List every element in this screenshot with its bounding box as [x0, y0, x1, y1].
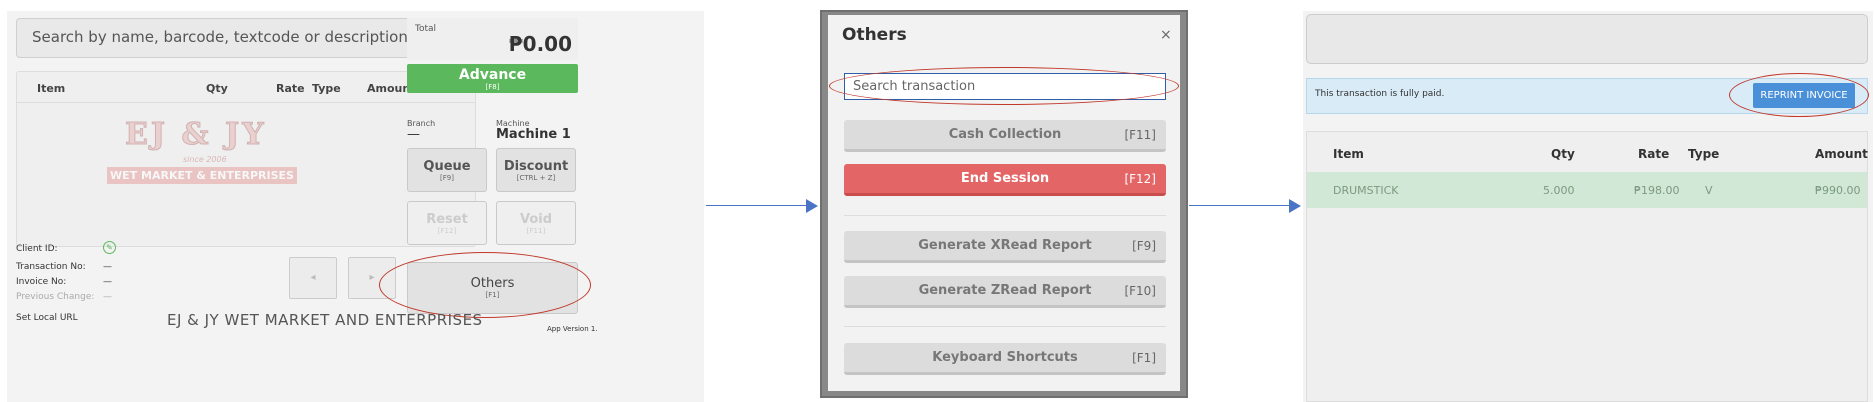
discount-label: Discount: [503, 159, 569, 174]
row-item: DRUMSTICK: [1333, 184, 1399, 197]
keyboard-shortcuts-button[interactable]: Keyboard Shortcuts [F1]: [844, 343, 1166, 375]
cash-collection-label: Cash Collection: [948, 127, 1062, 142]
reset-button[interactable]: Reset [F12]: [407, 201, 487, 245]
col-type: Type: [312, 82, 341, 95]
close-icon[interactable]: ×: [1160, 27, 1172, 43]
reset-label: Reset: [426, 212, 468, 227]
highlight-ellipse-search: [829, 67, 1179, 105]
chevron-right-icon: ▸: [369, 272, 375, 283]
app-version: App Version 1.: [547, 325, 598, 333]
generate-zread-button[interactable]: Generate ZRead Report [F10]: [844, 276, 1166, 308]
col-qty: Qty: [206, 82, 228, 95]
flow-arrow-2-line: [1189, 205, 1291, 206]
end-session-label: End Session: [960, 171, 1050, 186]
void-key: [F11]: [526, 227, 546, 235]
queue-button[interactable]: Queue [F9]: [407, 148, 487, 192]
invoice-items-table: Item Qty Rate Type Amount DRUMSTICK 5.00…: [1306, 131, 1868, 402]
col-amount: Amount: [1815, 147, 1868, 161]
queue-key: [F9]: [440, 174, 454, 182]
logo-ribbon-text: WET MARKET & ENTERPRISES: [107, 167, 297, 184]
keyboard-shortcuts-key: [F1]: [1132, 351, 1156, 365]
advance-button[interactable]: Advance [F8]: [407, 64, 578, 93]
others-modal: Others × Search transaction Cash Collect…: [828, 15, 1180, 391]
advance-key: [F8]: [485, 83, 500, 91]
transaction-search-box[interactable]: [1306, 14, 1868, 64]
modal-divider: [844, 215, 1166, 216]
modal-divider: [844, 326, 1166, 327]
logo-since-text: since 2006: [183, 155, 227, 164]
row-type: V: [1705, 184, 1713, 197]
end-session-button[interactable]: End Session [F12]: [844, 164, 1166, 196]
table-row[interactable]: DRUMSTICK 5.000 ₱198.00 V ₱990.00: [1307, 172, 1867, 208]
highlight-ellipse-others: [379, 252, 591, 318]
invoice-no-value: —: [103, 277, 112, 287]
total-value: ₱0.00: [508, 32, 572, 56]
keyboard-shortcuts-label: Keyboard Shortcuts: [932, 350, 1078, 365]
void-label: Void: [519, 212, 553, 227]
others-modal-frame: Others × Search transaction Cash Collect…: [820, 10, 1188, 398]
logo-main-text: EJ & JY: [125, 117, 267, 153]
col-item: Item: [37, 82, 66, 95]
col-type: Type: [1688, 147, 1720, 161]
highlight-ellipse-reprint: [1729, 73, 1869, 117]
col-qty: Qty: [1551, 147, 1575, 161]
machine-value: Machine 1: [496, 127, 571, 142]
col-rate: Rate: [276, 82, 305, 95]
modal-title: Others: [842, 25, 907, 45]
branch-value: —: [407, 127, 420, 142]
previous-change-label: Previous Change:: [16, 292, 95, 302]
pos-main-panel: Search by name, barcode, textcode or des…: [7, 11, 704, 402]
generate-zread-label: Generate ZRead Report: [918, 283, 1092, 298]
row-qty: 5.000: [1543, 184, 1575, 197]
paid-message: This transaction is fully paid.: [1315, 89, 1445, 99]
invoice-no-label: Invoice No:: [16, 277, 67, 287]
cash-collection-key: [F11]: [1124, 128, 1156, 142]
void-button[interactable]: Void [F11]: [496, 201, 576, 245]
table-header-divider: [17, 102, 475, 103]
flow-arrow-1-head: [806, 199, 818, 213]
generate-xread-label: Generate XRead Report: [918, 238, 1092, 253]
client-id-label: Client ID:: [16, 244, 58, 254]
set-local-url-link[interactable]: Set Local URL: [16, 313, 78, 323]
transaction-no-label: Transaction No:: [16, 262, 86, 272]
advance-label: Advance: [458, 67, 527, 83]
generate-xread-button[interactable]: Generate XRead Report [F9]: [844, 231, 1166, 263]
col-item: Item: [1333, 147, 1364, 161]
queue-label: Queue: [423, 159, 471, 174]
prev-page-button[interactable]: ◂: [289, 257, 337, 299]
store-logo: EJ & JY since 2006 WET MARKET & ENTERPRI…: [103, 111, 299, 191]
total-label: Total: [415, 24, 437, 34]
row-amount: ₱990.00: [1815, 184, 1861, 197]
transaction-no-value: —: [103, 262, 112, 272]
end-session-key: [F12]: [1124, 172, 1156, 186]
cash-collection-button[interactable]: Cash Collection [F11]: [844, 120, 1166, 152]
flow-arrow-1-line: [706, 205, 808, 206]
edit-pencil-icon[interactable]: ✎: [103, 241, 116, 254]
chevron-left-icon: ◂: [310, 272, 316, 283]
discount-button[interactable]: Discount [CTRL + Z]: [496, 148, 576, 192]
total-box: Total ₱0.00: [407, 18, 578, 60]
flow-arrow-2-head: [1289, 199, 1301, 213]
reset-key: [F12]: [437, 227, 457, 235]
transaction-view-panel: This transaction is fully paid. REPRINT …: [1303, 11, 1873, 402]
generate-zread-key: [F10]: [1124, 284, 1156, 298]
discount-key: [CTRL + Z]: [516, 174, 556, 182]
row-rate: ₱198.00: [1634, 184, 1680, 197]
previous-change-value: —: [103, 292, 112, 302]
col-rate: Rate: [1638, 147, 1670, 161]
store-name-footer: EJ & JY WET MARKET AND ENTERPRISES: [167, 311, 483, 329]
generate-xread-key: [F9]: [1132, 239, 1156, 253]
